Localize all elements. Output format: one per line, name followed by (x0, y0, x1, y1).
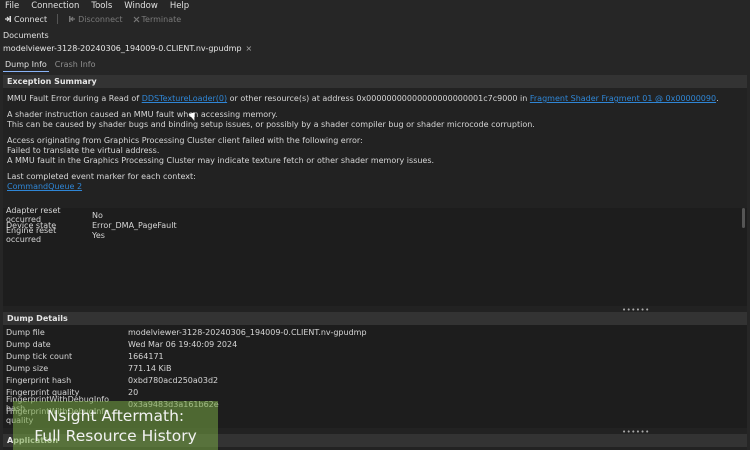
table-row: Dump tick count 1664171 (3, 351, 747, 361)
toolbar: Connect Disconnect Terminate (0, 12, 750, 26)
document-tabs: modelviewer-3128-20240306_194009-0.CLIEN… (0, 42, 255, 55)
close-tab-icon[interactable]: × (246, 44, 253, 53)
terminate-button[interactable]: Terminate (133, 14, 182, 24)
exception-para3-line3: A MMU fault in the Graphics Processing C… (7, 156, 435, 165)
shader-link[interactable]: Fragment Shader Fragment 01 @ 0x00000090 (530, 94, 716, 103)
connect-icon (5, 16, 11, 22)
terminate-label: Terminate (141, 14, 182, 24)
exception-text-end: . (716, 94, 719, 103)
row-value: 20 (128, 387, 139, 397)
tab-crash-info[interactable]: Crash Info (53, 60, 98, 72)
row-key: Dump date (6, 339, 51, 349)
toolbar-divider (57, 14, 59, 24)
document-tab-label: modelviewer-3128-20240306_194009-0.CLIEN… (3, 44, 242, 53)
exception-summary-body: MMU Fault Error during a Read of DDSText… (3, 88, 747, 208)
connect-label: Connect (14, 14, 48, 24)
table-row: Dump size 771.14 KiB (3, 363, 747, 373)
grip-icon: •••••• (622, 306, 650, 314)
connect-button[interactable]: Connect (4, 15, 47, 24)
menu-window[interactable]: Window (124, 1, 158, 11)
tab-dump-info[interactable]: Dump Info (3, 60, 49, 72)
row-value: 771.14 KiB (128, 363, 172, 373)
dump-info-panel: Exception Summary MMU Fault Error during… (3, 75, 747, 450)
exception-summary-header: Exception Summary (3, 75, 747, 88)
menu-bar: File Connection Tools Window Help (0, 0, 750, 12)
row-key: Engine reset occurred (6, 226, 57, 244)
row-value: modelviewer-3128-20240306_194009-0.CLIEN… (128, 327, 367, 337)
table-row: Adapter reset occurred No (3, 206, 747, 224)
splitter-handle[interactable]: •••••• (3, 306, 747, 314)
disconnect-label: Disconnect (78, 14, 123, 24)
menu-file[interactable]: File (5, 1, 19, 11)
row-key: Dump file (6, 327, 45, 337)
disconnect-button[interactable]: Disconnect (68, 14, 123, 24)
overlay-line1: Nsight Aftermath: (46, 406, 185, 425)
exception-text: MMU Fault Error during a Read of (7, 94, 140, 103)
table-row: Engine reset occurred Yes (3, 226, 747, 244)
close-icon (133, 16, 139, 22)
exception-para2-line1: A shader instruction caused an MMU fault… (7, 110, 278, 119)
row-key: Dump size (6, 363, 49, 373)
table-row: Dump file modelviewer-3128-20240306_19400… (3, 327, 747, 337)
documents-label: Documents (3, 31, 49, 40)
exception-para3-line2: Failed to translate the virtual address. (7, 146, 160, 155)
exception-text-mid: or other resource(s) at address 0x000000… (229, 94, 528, 103)
row-key: Fingerprint hash (6, 375, 72, 385)
table-row: Device state Error_DMA_PageFault (3, 220, 747, 230)
exception-para2-line2: This can be caused by shader bugs and bi… (7, 120, 535, 129)
overlay-line2: Full Resource History (34, 426, 197, 445)
row-value: Wed Mar 06 19:40:09 2024 (128, 339, 238, 349)
grip-icon: •••••• (622, 428, 650, 436)
exception-para4-line1: Last completed event marker for each con… (7, 172, 196, 181)
exception-para2: A shader instruction caused an MMU fault… (7, 110, 743, 130)
exception-line1: MMU Fault Error during a Read of DDSText… (7, 94, 743, 104)
table-row: Dump date Wed Mar 06 19:40:09 2024 (3, 339, 747, 349)
scrollbar[interactable] (742, 208, 745, 228)
document-tab[interactable]: modelviewer-3128-20240306_194009-0.CLIEN… (0, 44, 255, 53)
resource-link[interactable]: DDSTextureLoader(0) (142, 94, 227, 103)
row-value: 0xbd780acd250a03d2 (128, 375, 219, 385)
row-key: Dump tick count (6, 351, 73, 361)
row-value: Error_DMA_PageFault (92, 220, 177, 230)
sub-tabs: Dump Info Crash Info (3, 60, 98, 72)
adapter-state-table: Adapter reset occurred No Device state E… (3, 206, 747, 306)
row-value: Yes (92, 230, 105, 240)
table-row: Fingerprint hash 0xbd780acd250a03d2 (3, 375, 747, 385)
exception-para3-line1: Access originating from Graphics Process… (7, 136, 363, 145)
menu-connection[interactable]: Connection (31, 1, 79, 11)
menu-tools[interactable]: Tools (91, 1, 112, 11)
command-queue-link[interactable]: CommandQueue 2 (7, 182, 82, 191)
row-value: 1664171 (128, 351, 164, 361)
exception-para4: Last completed event marker for each con… (7, 172, 743, 192)
row-value: No (92, 210, 103, 220)
menu-help[interactable]: Help (170, 1, 189, 11)
disconnect-icon (69, 16, 76, 22)
exception-para3: Access originating from Graphics Process… (7, 136, 743, 166)
video-title-overlay: Nsight Aftermath: Full Resource History (13, 401, 218, 450)
